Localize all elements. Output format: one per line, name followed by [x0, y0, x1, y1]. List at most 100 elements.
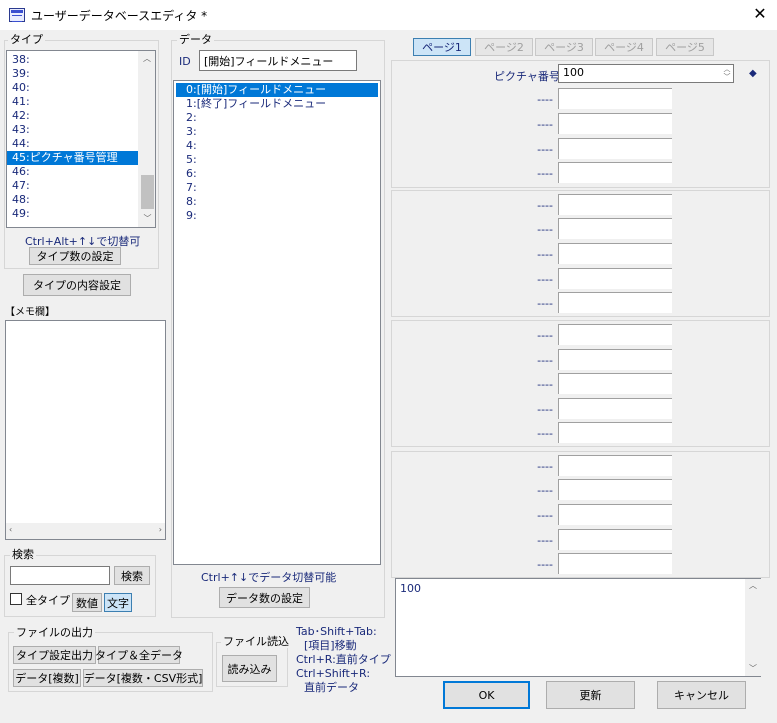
data-list-item[interactable]: 9: [176, 209, 378, 223]
data-multi-output-button[interactable]: データ[複数] [13, 669, 81, 687]
scroll-down-icon[interactable]: ﹀ [745, 662, 761, 676]
type-list-scrollbar[interactable]: ︿ ﹀ [138, 51, 155, 227]
text-search-button[interactable]: 文字 [104, 593, 132, 612]
tab-page-2[interactable]: ページ2 [475, 38, 533, 56]
tab-page-4[interactable]: ページ4 [595, 38, 653, 56]
field-input[interactable] [558, 422, 672, 443]
field-input[interactable] [558, 113, 672, 134]
tab-page-3[interactable]: ページ3 [535, 38, 593, 56]
field-input[interactable] [558, 373, 672, 394]
scroll-thumb[interactable] [141, 175, 154, 209]
field-input[interactable] [558, 162, 672, 183]
search-button[interactable]: 検索 [114, 566, 150, 585]
field-input[interactable] [558, 268, 672, 289]
data-csv-output-button[interactable]: データ[複数・CSV形式] [83, 669, 203, 687]
data-list-item[interactable]: 8: [176, 195, 378, 209]
cancel-button[interactable]: キャンセル [657, 681, 746, 709]
field-label: ---- [537, 329, 553, 342]
scroll-up-icon[interactable]: ︿ [745, 579, 761, 593]
type-list-item[interactable]: 38: [7, 53, 139, 67]
note-textarea[interactable]: 100 [395, 578, 761, 677]
field-label: ---- [537, 427, 553, 440]
field-label: ---- [537, 199, 553, 212]
file-output-label: ファイルの出力 [14, 626, 95, 639]
field-label: ---- [537, 273, 553, 286]
field-input[interactable] [558, 138, 672, 159]
data-list-item[interactable]: 7: [176, 181, 378, 195]
type-all-data-output-button[interactable]: タイプ＆全データ [95, 646, 183, 664]
data-switch-hint: Ctrl+↑↓でデータ切替可能 [201, 571, 337, 584]
type-list-item[interactable]: 46: [7, 165, 139, 179]
field-input[interactable] [558, 324, 672, 345]
scroll-up-icon[interactable]: ︿ [139, 51, 155, 67]
data-count-button[interactable]: データ数の設定 [219, 587, 310, 608]
data-list-item[interactable]: 3: [176, 125, 378, 139]
field-label: ---- [537, 403, 553, 416]
picture-number-input[interactable]: 100 [558, 64, 734, 83]
field-label: ---- [537, 118, 553, 131]
type-list-item[interactable]: 48: [7, 193, 139, 207]
field-input[interactable] [558, 398, 672, 419]
memo-textarea[interactable]: ‹ › [5, 320, 166, 540]
numeric-search-button[interactable]: 数値 [72, 593, 102, 612]
app-icon [9, 8, 25, 22]
scroll-right-icon[interactable]: › [159, 525, 162, 534]
shortcut-line: Ctrl+Shift+R: [296, 667, 371, 680]
field-input[interactable] [558, 529, 672, 550]
type-list-item[interactable]: 47: [7, 179, 139, 193]
field-input[interactable] [558, 349, 672, 370]
field-label: ---- [537, 167, 553, 180]
type-list-item[interactable]: 41: [7, 95, 139, 109]
type-list-item[interactable]: 45:ピクチャ番号管理 [7, 151, 139, 165]
scroll-left-icon[interactable]: ‹ [9, 525, 12, 534]
ok-button[interactable]: OK [443, 681, 530, 709]
data-list-item[interactable]: 6: [176, 167, 378, 181]
type-list[interactable]: 38: 39: 40: 41: 42: 43: 44: 45:ピクチャ番号管理 46: 47: 48… [6, 50, 156, 228]
data-list-item[interactable]: 1:[終了]フィールドメニュー [176, 97, 378, 111]
field-label: ---- [537, 509, 553, 522]
data-list-item[interactable]: 4: [176, 139, 378, 153]
shortcut-line: 直前データ [304, 681, 359, 694]
field-label: ---- [537, 558, 553, 571]
spin-updown-icon[interactable]: ︿ ﹀ [722, 65, 732, 81]
field-input[interactable] [558, 479, 672, 500]
type-list-item[interactable]: 44: [7, 137, 139, 151]
scroll-down-icon[interactable]: ﹀ [139, 211, 155, 227]
data-list-item[interactable]: 0:[開始]フィールドメニュー [176, 83, 378, 97]
field-input[interactable] [558, 218, 672, 239]
field-input[interactable] [558, 553, 672, 574]
data-list-item[interactable]: 2: [176, 111, 378, 125]
type-list-item[interactable]: 39: [7, 67, 139, 81]
shortcut-line: Tab･Shift+Tab: [296, 625, 377, 638]
update-button[interactable]: 更新 [546, 681, 635, 709]
type-count-button[interactable]: タイプ数の設定 [29, 247, 121, 265]
type-list-item[interactable]: 42: [7, 109, 139, 123]
all-types-checkbox[interactable] [10, 593, 22, 605]
field-input[interactable] [558, 243, 672, 264]
search-input[interactable] [10, 566, 110, 585]
field-input[interactable] [558, 504, 672, 525]
field-label: ---- [537, 297, 553, 310]
type-list-item[interactable]: 43: [7, 123, 139, 137]
tab-page-1[interactable]: ページ1 [413, 38, 471, 56]
field-input[interactable] [558, 88, 672, 109]
field-label: ---- [537, 378, 553, 391]
field-input[interactable] [558, 455, 672, 476]
tab-page-5[interactable]: ページ5 [656, 38, 714, 56]
type-list-item[interactable]: 49: [7, 207, 139, 221]
type-settings-output-button[interactable]: タイプ設定出力 [13, 646, 96, 664]
type-content-button[interactable]: タイプの内容設定 [23, 274, 131, 296]
field-input[interactable] [558, 194, 672, 215]
data-list-item[interactable]: 5: [176, 153, 378, 167]
data-group-label: データ [177, 33, 214, 46]
data-list[interactable]: 0:[開始]フィールドメニュー 1:[終了]フィールドメニュー 2: 3: 4: 5: 6:… [173, 80, 381, 565]
close-icon[interactable]: ✕ [748, 3, 772, 25]
file-read-button[interactable]: 読み込み [222, 655, 277, 682]
memo-label: 【メモ欄】 [5, 307, 55, 318]
type-list-item[interactable]: 40: [7, 81, 139, 95]
field-input[interactable] [558, 292, 672, 313]
note-scrollbar[interactable]: ︿ ﹀ [745, 579, 761, 676]
memo-h-scrollbar[interactable]: ‹ › [6, 523, 165, 539]
shortcut-line: Ctrl+R:直前タイプ [296, 653, 391, 666]
id-input[interactable]: [開始]フィールドメニュー [199, 50, 357, 71]
